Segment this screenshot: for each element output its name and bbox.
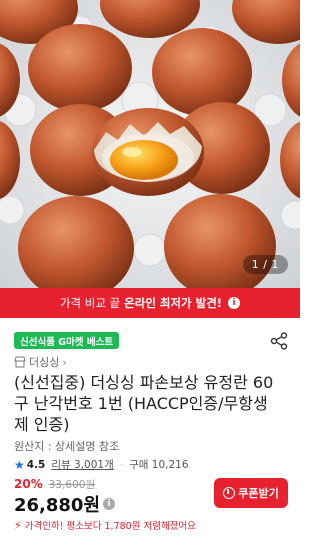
store-icon	[14, 356, 26, 368]
discount-row: 20% 33,600원	[14, 477, 95, 492]
eggs-photo	[0, 0, 300, 288]
origin-text: 원산지 : 상세설명 참조	[14, 440, 120, 453]
price-cut-notice: ⚡ 가격인하! 평소보다 1,780원 저렴해졌어요	[14, 518, 196, 533]
coupon-icon	[223, 487, 236, 499]
star-icon: ★	[14, 457, 25, 472]
info-icon[interactable]: i	[103, 498, 116, 510]
share-icon[interactable]	[270, 332, 288, 350]
discount-rate: 20%	[14, 477, 43, 491]
best-badge: 신선식품 G마켓 베스트	[14, 332, 120, 349]
coupon-label: 쿠폰받기	[238, 487, 279, 500]
sale-price: 26,880원	[14, 495, 101, 516]
lowest-price-banner[interactable]: 가격 비교 끝 온라인 최저가 발견! i	[0, 288, 300, 318]
image-counter: 1 / 1	[242, 255, 288, 274]
price-cut-text: 가격인하! 평소보다 1,780원 저렴해졌어요	[24, 521, 196, 532]
chevron-right-icon: ›	[62, 355, 67, 369]
brand-link[interactable]: 더싱싱 ›	[14, 354, 67, 370]
purchase-count: 구매 10,216	[129, 459, 189, 471]
banner-prefix: 가격 비교 끝	[59, 296, 121, 310]
rating-score: 4.5	[26, 458, 46, 471]
brand-name: 더싱싱	[29, 356, 60, 369]
divider: ·	[119, 458, 124, 471]
coupon-button[interactable]: 쿠폰받기	[214, 478, 288, 508]
lightning-icon: ⚡	[14, 518, 22, 532]
banner-highlight: 온라인 최저가 발견!	[124, 296, 223, 310]
reviews-link[interactable]: 리뷰 3,001개	[51, 457, 113, 472]
info-icon[interactable]: i	[228, 297, 241, 309]
rating-row: ★ 4.5 리뷰 3,001개 · 구매 10,216	[14, 457, 189, 472]
price-row: 26,880원 i	[14, 491, 116, 517]
product-image[interactable]: 1 / 1	[0, 0, 300, 288]
product-title: (신선집중) 더싱싱 파손보상 유정란 60구 난각번호 1번 (HACCP인증…	[14, 373, 274, 434]
original-price: 33,600원	[48, 479, 96, 491]
